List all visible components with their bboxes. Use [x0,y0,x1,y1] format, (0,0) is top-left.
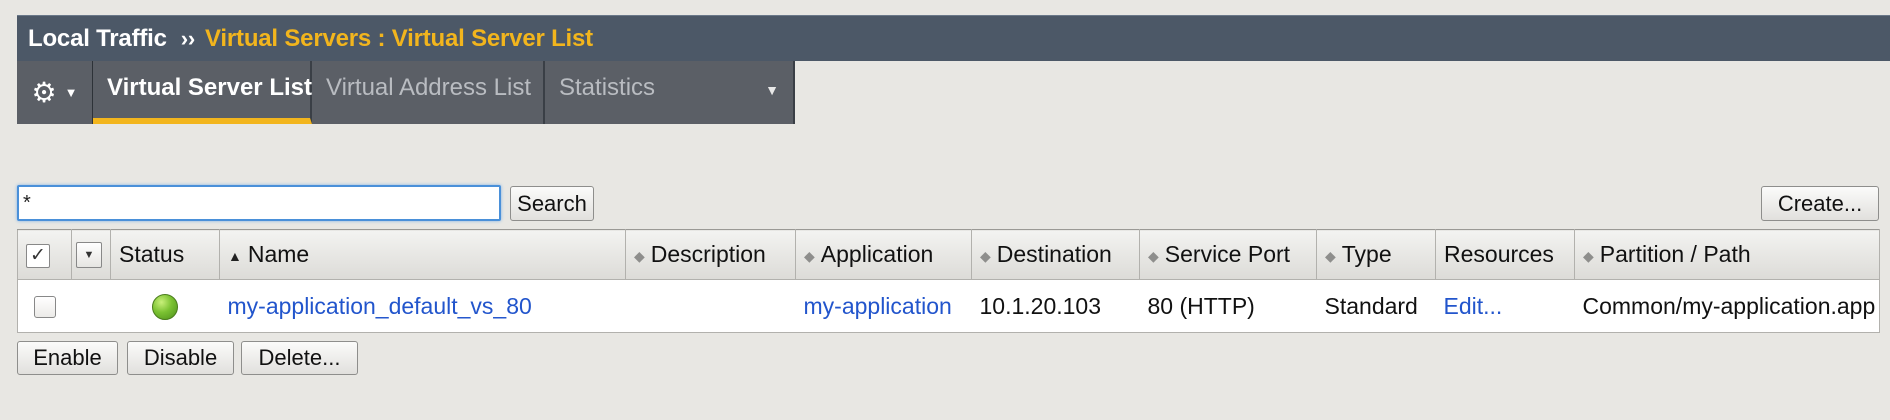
gear-icon: ⚙ [31,76,57,108]
selection-dropdown-button[interactable]: ▼ [76,242,102,269]
settings-menu-button[interactable]: ⚙ ▼ [17,61,93,124]
sort-icon: ◆ [1583,247,1594,264]
column-type[interactable]: ◆ Type [1316,229,1436,280]
tab-statistics[interactable]: Statistics ▼ [545,61,795,124]
selection-menu-header: ▼ [71,229,111,280]
row-spacer-cell [71,279,111,333]
column-resources-label: Resources [1444,241,1554,267]
select-all-header: ✓ [17,229,72,280]
column-partition[interactable]: ◆ Partition / Path [1574,229,1880,280]
row-status-cell [110,279,220,333]
chevron-down-icon: ▼ [765,82,779,98]
table-row: my-application_default_vs_80 my-applicat… [17,279,1880,333]
column-partition-label: Partition / Path [1599,241,1751,267]
column-resources: Resources [1435,229,1575,280]
row-type-cell: Standard [1316,279,1436,333]
search-button[interactable]: Search [510,186,594,221]
row-partition-cell: Common/my-application.app [1574,279,1880,333]
row-service-port-cell: 80 (HTTP) [1139,279,1317,333]
column-description-label: Description [650,241,766,267]
sort-icon: ◆ [1325,247,1336,264]
column-type-label: Type [1341,241,1392,267]
table-header-row: ✓ ▼ Status ▲ Name ◆ Description ◆ Applicati… [17,229,1880,280]
column-description[interactable]: ◆ Description [625,229,796,280]
sort-icon: ◆ [804,247,815,264]
create-button[interactable]: Create... [1761,186,1879,221]
row-description-cell [625,279,796,333]
column-service-port[interactable]: ◆ Service Port [1139,229,1317,280]
status-available-icon [152,293,178,320]
sort-icon: ◆ [980,247,991,264]
chevron-down-icon: ▼ [64,85,78,100]
column-status-label: Status [119,241,185,267]
tab-label: Statistics [559,74,656,101]
resources-edit-link[interactable]: Edit... [1444,293,1503,319]
column-name[interactable]: ▲ Name [219,229,626,280]
disable-button[interactable]: Disable [127,341,234,375]
row-name-cell: my-application_default_vs_80 [219,279,626,333]
breadcrumb: Local Traffic ›› Virtual Servers : Virtu… [17,15,1890,61]
search-input[interactable] [17,185,501,221]
tab-label: Virtual Server List [107,74,312,101]
row-resources-cell: Edit... [1435,279,1575,333]
column-destination[interactable]: ◆ Destination [971,229,1140,280]
virtual-server-name-link[interactable]: my-application_default_vs_80 [228,293,532,319]
sort-icon: ◆ [634,247,645,264]
tab-bar: ⚙ ▼ Virtual Server List Virtual Address … [17,61,795,124]
row-destination-cell: 10.1.20.103 [971,279,1140,333]
enable-button[interactable]: Enable [17,341,118,375]
column-application-label: Application [820,241,934,267]
breadcrumb-separator: ›› [180,25,196,51]
breadcrumb-section: Local Traffic [28,24,167,52]
virtual-server-table: ✓ ▼ Status ▲ Name ◆ Description ◆ Applicati… [17,229,1880,333]
row-select-cell [17,279,72,333]
tab-virtual-address-list[interactable]: Virtual Address List [312,61,545,124]
delete-button[interactable]: Delete... [241,341,358,375]
tab-label: Virtual Address List [326,74,531,101]
column-status[interactable]: Status [110,229,220,280]
select-all-checkbox[interactable]: ✓ [26,243,50,268]
tab-virtual-server-list[interactable]: Virtual Server List [93,61,312,124]
column-service-port-label: Service Port [1164,241,1291,267]
page-title: Virtual Servers : Virtual Server List [205,24,593,52]
row-checkbox[interactable] [33,296,56,319]
row-application-cell: my-application [795,279,972,333]
application-link[interactable]: my-application [804,293,952,319]
column-application[interactable]: ◆ Application [795,229,972,280]
sort-ascending-icon: ▲ [228,247,242,264]
column-name-label: Name [247,241,310,267]
sort-icon: ◆ [1148,247,1159,264]
column-destination-label: Destination [996,241,1112,267]
